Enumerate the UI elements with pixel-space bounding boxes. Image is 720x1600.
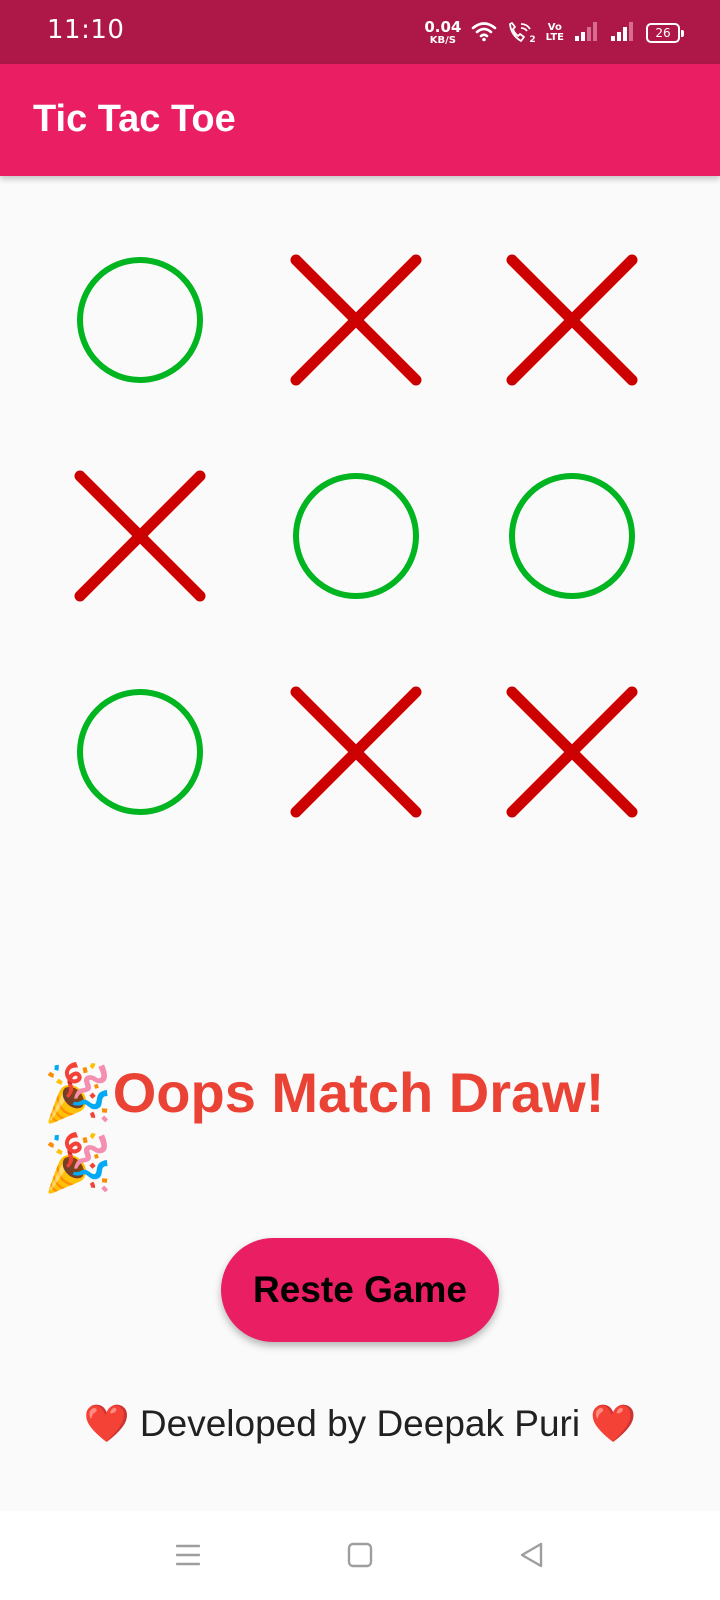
volte-bottom: LTE [545,32,564,43]
x-mark-icon [290,254,422,386]
board-cell-2-2[interactable] [246,426,466,646]
board-cell-1-2[interactable] [246,210,466,430]
sim-badge: 2 [529,35,536,45]
result-message: 🎉Oops Match Draw!🎉 [43,1061,605,1194]
board-cell-3-2[interactable] [246,642,466,862]
app-title: Tic Tac Toe [33,98,236,140]
o-mark-icon [77,689,203,815]
board-cell-2-3[interactable] [462,426,682,646]
developer-credit: ❤️ Developed by Deepak Puri ❤️ [83,1403,637,1444]
reset-game-button[interactable]: Reste Game [221,1238,499,1342]
volte-icon: Vo LTE [546,23,564,43]
network-speed-unit: KB/S [429,35,456,46]
status-icons: 0.04 KB/S 2 Vo LTE 26 [424,16,684,50]
board-cell-3-1[interactable] [30,642,250,862]
signal-icon-sim2 [610,20,636,47]
network-speed-value: 0.04 [424,18,462,36]
status-time: 11:10 [47,15,125,45]
board-cell-3-3[interactable] [462,642,682,862]
wifi-icon [471,20,497,47]
o-mark-icon [509,473,635,599]
x-mark-icon [506,254,638,386]
app-bar: Tic Tac Toe [0,64,720,176]
board-cell-1-1[interactable] [30,210,250,430]
board-cell-1-3[interactable] [462,210,682,430]
x-mark-icon [506,686,638,818]
x-mark-icon [290,686,422,818]
x-mark-icon [74,470,206,602]
game-board [30,210,690,870]
navigation-bar [0,1511,720,1600]
signal-icon-sim1 [574,20,600,47]
wifi-calling-icon: 2 [507,21,536,45]
board-cell-2-1[interactable] [30,426,250,646]
status-bar: 11:10 0.04 KB/S 2 Vo LTE 26 [0,0,720,64]
home-icon[interactable] [336,1531,384,1579]
battery-icon: 26 [646,23,684,43]
back-icon[interactable] [508,1531,556,1579]
network-speed: 0.04 KB/S [424,20,461,46]
menu-icon[interactable] [164,1531,212,1579]
o-mark-icon [293,473,419,599]
o-mark-icon [77,257,203,383]
